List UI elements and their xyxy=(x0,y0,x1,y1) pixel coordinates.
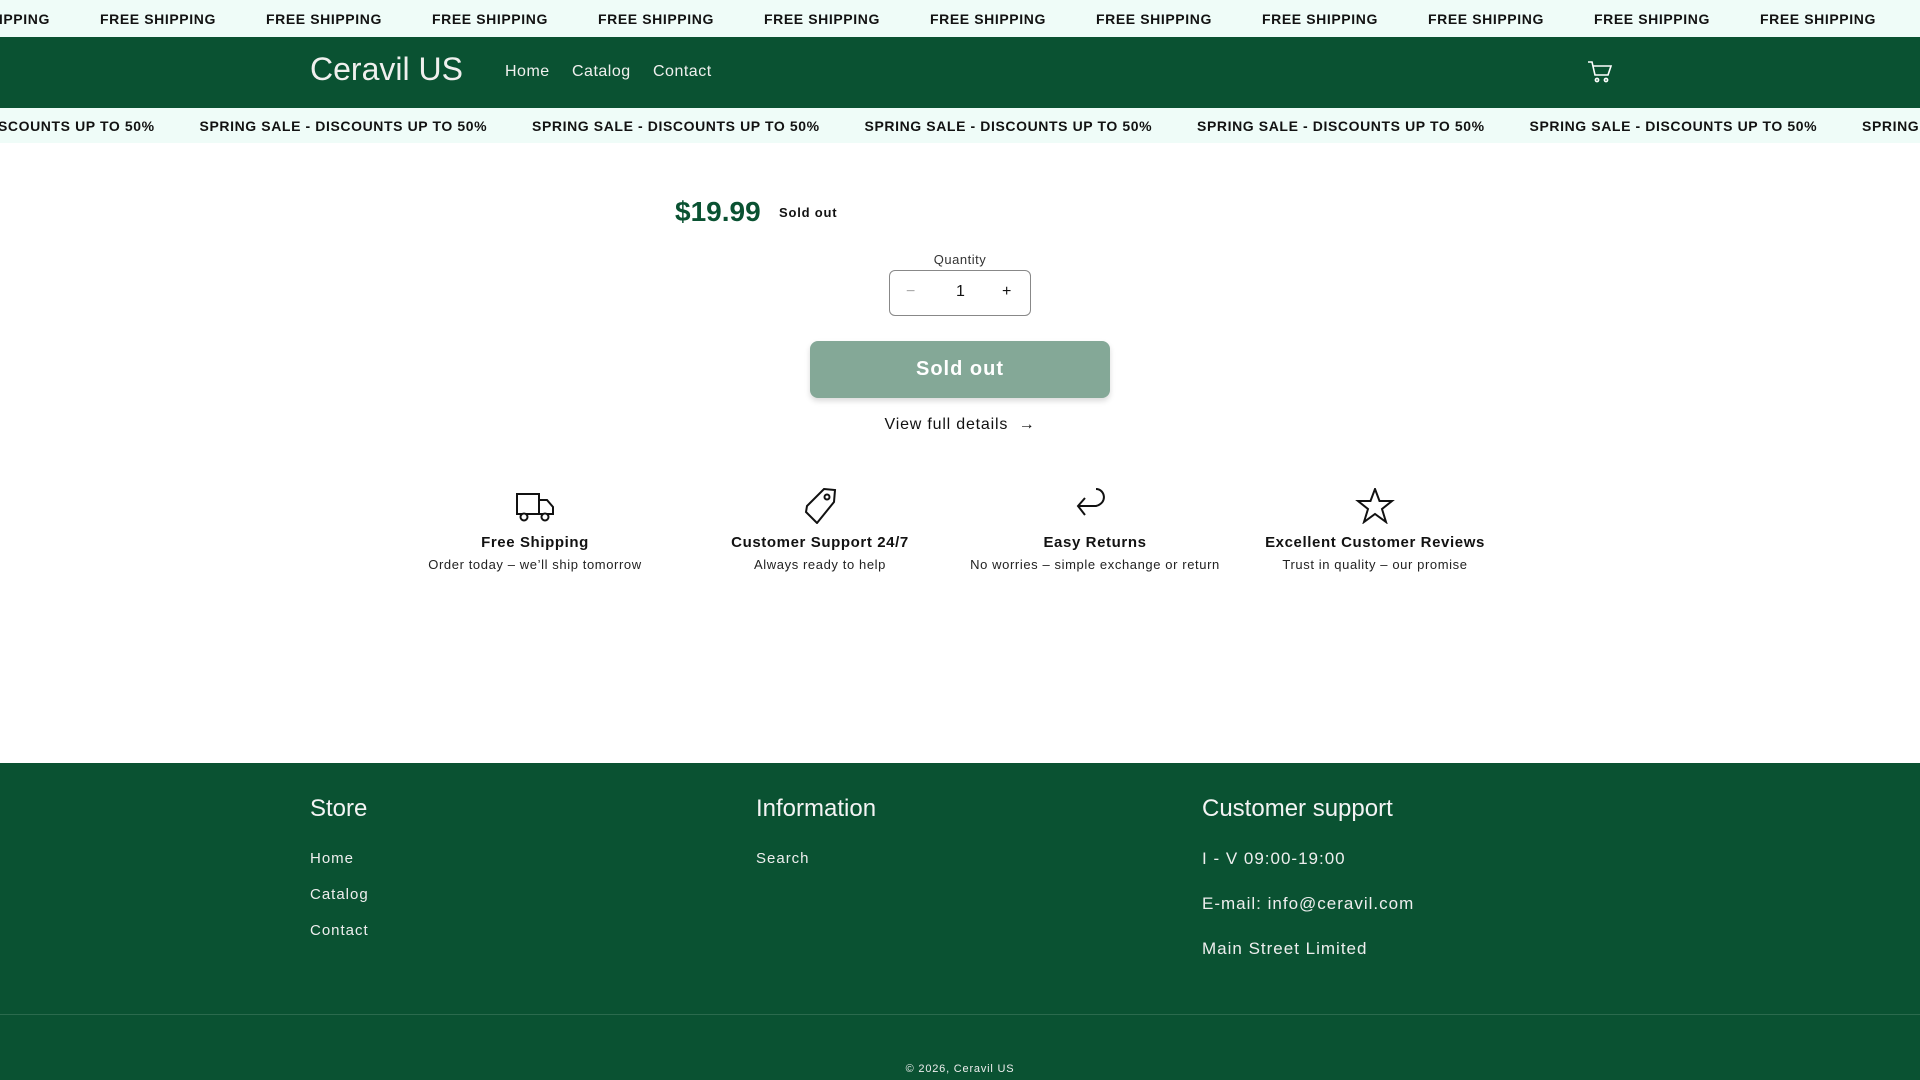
sale-banner-text: SPRING SALE - DISCOUNTS UP TO 50% xyxy=(1197,117,1485,134)
copyright: © 2026, Ceravil US xyxy=(905,1063,1015,1075)
cart-icon[interactable] xyxy=(1587,60,1613,89)
announcement-text: FREE SHIPPING xyxy=(1096,10,1212,27)
truck-icon xyxy=(516,493,554,522)
footer-support-heading: Customer support xyxy=(1202,795,1393,822)
announcement-text: FREE SHIPPING xyxy=(598,10,714,27)
announcement-text: FREE SHIPPING xyxy=(1428,10,1544,27)
sale-banner-text: SPRING SALE - DISCOUNTS UP TO 50% xyxy=(532,117,820,134)
sale-banner: SPRING SALE - DISCOUNTS UP TO 50% SPRING … xyxy=(0,108,1920,143)
site-footer: Store Home Catalog Contact Information S… xyxy=(0,763,1920,1080)
sale-banner-text: SPRING SALE - DISCOUNTS UP TO 50% xyxy=(0,117,155,134)
nav-catalog[interactable]: Catalog xyxy=(572,63,631,81)
quantity-label: Quantity xyxy=(933,252,987,267)
announcement-text: FREE SHIPPING xyxy=(432,10,548,27)
support-email: E-mail: info@ceravil.com xyxy=(1202,894,1415,913)
announcement-text: FREE SHIPPING xyxy=(764,10,880,27)
footer-link-search[interactable]: Search xyxy=(756,850,810,867)
announcement-text: FREE SHIPPING xyxy=(1594,10,1710,27)
feature-returns: Easy Returns No worries – simple exchang… xyxy=(960,488,1230,572)
increase-button[interactable]: + xyxy=(1002,283,1011,301)
arrow-right-icon: → xyxy=(1018,416,1036,433)
footer-store-heading: Store xyxy=(310,795,368,822)
footer-divider xyxy=(0,1014,1920,1015)
feature-subtitle: Order today – we’ll ship tomorrow xyxy=(428,557,642,572)
feature-support: Customer Support 24/7 Always ready to he… xyxy=(685,488,955,572)
nav-home[interactable]: Home xyxy=(505,63,550,81)
sale-banner-text: SPRING SALE - DISCOUNTS UP TO 50% xyxy=(864,117,1153,134)
feature-subtitle: Always ready to help xyxy=(754,557,886,572)
sold-out-badge: Sold out xyxy=(779,205,838,220)
feature-title: Easy Returns xyxy=(1043,534,1147,551)
feature-reviews: Excellent Customer Reviews Trust in qual… xyxy=(1240,488,1510,572)
feature-title: Customer Support 24/7 xyxy=(731,534,909,551)
star-icon xyxy=(1355,488,1395,524)
site-header: Ceravil US Home Catalog Contact xyxy=(0,37,1920,108)
announcement-text: FREE SHIPPING xyxy=(266,10,382,27)
announcement-text: FREE SHIPPING xyxy=(1262,10,1378,27)
return-arrow-icon xyxy=(1076,488,1105,516)
sale-banner-text: SPRING SALE - DISCOUNTS UP TO 50% xyxy=(1862,117,1920,134)
feature-subtitle: No worries – simple exchange or return xyxy=(970,557,1220,572)
feature-free-shipping: Free Shipping Order today – we’ll ship t… xyxy=(400,488,670,572)
sale-banner-text: SPRING SALE - DISCOUNTS UP TO 50% xyxy=(199,117,488,134)
quantity-input[interactable]: 1 xyxy=(956,283,965,301)
sale-banner-text: SPRING SALE - DISCOUNTS UP TO 50% xyxy=(1529,117,1818,134)
feature-title: Excellent Customer Reviews xyxy=(1265,534,1485,551)
support-hours: I - V 09:00-19:00 xyxy=(1202,849,1346,868)
nav-contact[interactable]: Contact xyxy=(653,63,712,81)
announcement-bar: FREE SHIPPING FREE SHIPPING FREE SHIPPING F… xyxy=(0,0,1920,37)
announcement-text: FREE SHIPPING xyxy=(0,10,50,27)
view-full-details-link[interactable]: View full details → xyxy=(810,416,1110,434)
support-company: Main Street Limited xyxy=(1202,939,1368,958)
announcement-text: FREE SHIPPING xyxy=(1760,10,1876,27)
tag-icon xyxy=(804,488,837,524)
footer-information-heading: Information xyxy=(756,795,877,822)
details-label: View full details xyxy=(884,416,1009,433)
announcement-text: FREE SHIPPING xyxy=(930,10,1046,27)
quantity-stepper[interactable]: − 1 + xyxy=(889,270,1031,316)
announcement-text: FREE SHIPPING xyxy=(100,10,216,27)
product-price: $19.99 xyxy=(675,196,761,227)
logo[interactable]: Ceravil US xyxy=(310,51,463,88)
footer-link-home[interactable]: Home xyxy=(310,850,354,867)
sold-out-button[interactable]: Sold out xyxy=(810,341,1110,398)
feature-subtitle: Trust in quality – our promise xyxy=(1282,557,1468,572)
feature-title: Free Shipping xyxy=(481,534,589,551)
decrease-button[interactable]: − xyxy=(906,283,915,301)
footer-link-contact[interactable]: Contact xyxy=(310,922,369,939)
footer-link-catalog[interactable]: Catalog xyxy=(310,886,369,903)
